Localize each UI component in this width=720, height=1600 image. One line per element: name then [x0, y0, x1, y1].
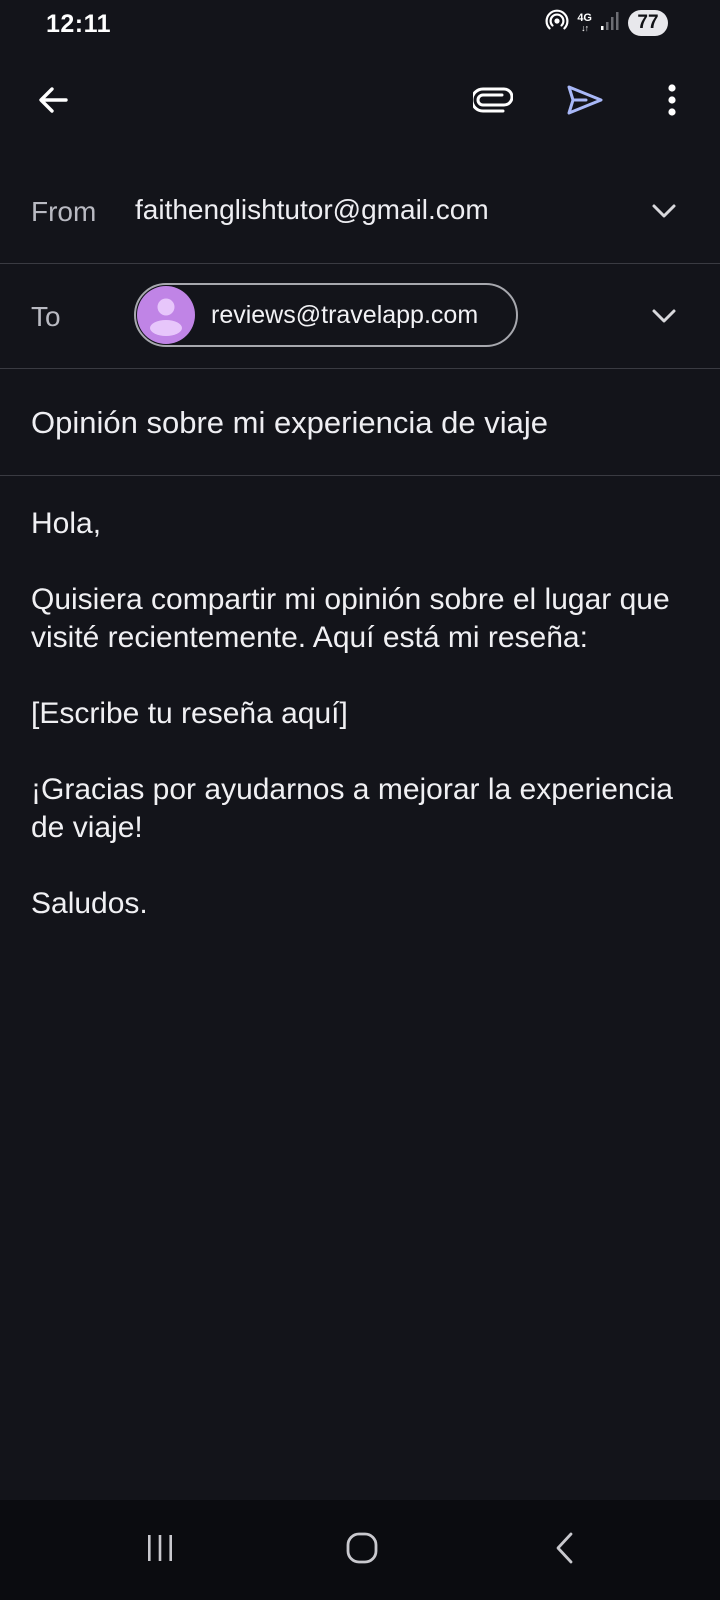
- attach-button[interactable]: [465, 74, 521, 130]
- status-icons: 4G ↓↑ 77: [545, 8, 668, 38]
- to-expand-chevron-icon[interactable]: [648, 300, 680, 332]
- battery-indicator: 77: [628, 10, 668, 36]
- person-icon: [150, 298, 182, 336]
- arrow-left-icon: [36, 83, 70, 122]
- body-paragraph: ¡Gracias por ayudarnos a mejorar la expe…: [31, 773, 673, 844]
- home-icon: [345, 1531, 379, 1570]
- subject-field[interactable]: Opinión sobre mi experiencia de viaje: [31, 405, 548, 441]
- system-back-button[interactable]: [532, 1518, 596, 1582]
- status-bar: 12:11 4G ↓↑ 77: [0, 0, 720, 48]
- recents-icon: [144, 1534, 176, 1567]
- send-button[interactable]: [557, 74, 613, 130]
- compose-toolbar: [0, 62, 720, 142]
- send-icon: [566, 84, 604, 121]
- paperclip-icon: [470, 87, 514, 118]
- home-button[interactable]: [330, 1518, 394, 1582]
- recipient-email: reviews@travelapp.com: [211, 300, 479, 329]
- from-label: From: [31, 196, 97, 227]
- subject-row: Opinión sobre mi experiencia de viaje: [0, 369, 720, 476]
- from-account[interactable]: faithenglishtutor@gmail.com: [135, 194, 489, 226]
- system-nav-bar: [0, 1500, 720, 1600]
- body-paragraph: Quisiera compartir mi opinión sobre el l…: [31, 583, 670, 654]
- status-time: 12:11: [46, 10, 112, 38]
- network-activity-arrows: ↓↑: [581, 23, 589, 33]
- body-signoff: Saludos.: [31, 887, 148, 920]
- recents-button[interactable]: [128, 1518, 192, 1582]
- hotspot-icon: [545, 9, 569, 38]
- back-icon: [553, 1531, 575, 1570]
- network-type: 4G ↓↑: [577, 13, 592, 33]
- more-vert-icon: [667, 83, 677, 122]
- to-row: To reviews@travelapp.com: [0, 264, 720, 369]
- recipient-chip[interactable]: reviews@travelapp.com: [134, 283, 518, 347]
- body-greeting: Hola,: [31, 507, 102, 540]
- signal-icon: [600, 11, 620, 36]
- message-body[interactable]: Hola, Quisiera compartir mi opinión sobr…: [31, 505, 696, 961]
- from-row: From faithenglishtutor@gmail.com: [0, 160, 720, 264]
- avatar: [137, 286, 195, 344]
- back-button[interactable]: [25, 74, 81, 130]
- body-paragraph: [Escribe tu reseña aquí]: [31, 697, 348, 730]
- from-expand-chevron-icon[interactable]: [648, 195, 680, 227]
- to-label: To: [31, 301, 61, 332]
- more-options-button[interactable]: [644, 74, 700, 130]
